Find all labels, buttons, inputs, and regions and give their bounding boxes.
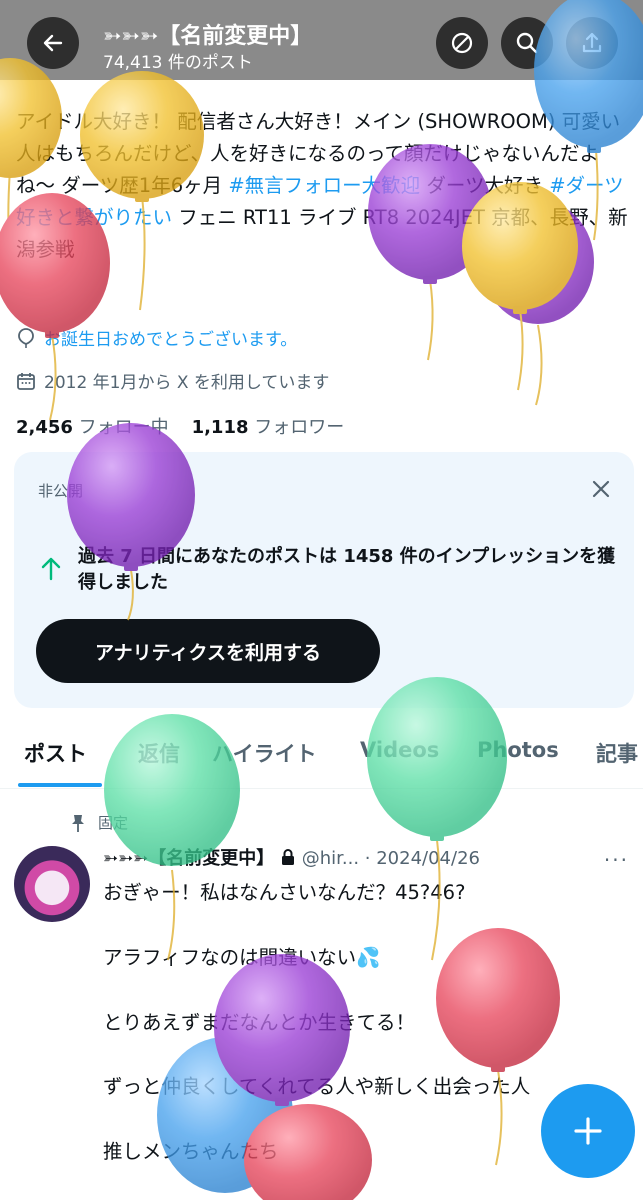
compose-post-button[interactable] [541, 1084, 635, 1178]
hashtag-link[interactable]: #無言フォロー大歓迎 [228, 174, 420, 197]
avatar[interactable] [14, 846, 90, 922]
profile-title: ➳➳➳【名前変更中】 [103, 24, 313, 49]
more-icon: ··· [603, 848, 629, 872]
tab-posts[interactable]: ポスト [24, 738, 87, 768]
back-arrow-icon [43, 34, 63, 52]
trend-up-icon [40, 555, 62, 585]
pin-icon [72, 814, 84, 832]
profile-header: ➳➳➳【名前変更中】 74,413 件のポスト [0, 0, 643, 80]
joined-row: 2012 年1月から X を利用しています [16, 368, 329, 393]
bio-text: ダーツ大好き [420, 174, 550, 197]
following-count: 2,456 [16, 417, 73, 438]
analytics-card: 非公開 過去 7 日間にあなたのポストは 1458 件のインプレッションを獲得し… [14, 452, 634, 708]
search-button[interactable] [501, 17, 553, 69]
following-link[interactable]: 2,456 フォロー中 [16, 417, 169, 438]
balloon-icon [18, 327, 34, 348]
followers-count: 1,118 [191, 417, 249, 438]
tab-photos[interactable]: Photos [477, 738, 559, 762]
plus-icon [574, 1117, 602, 1145]
private-label: 非公開 [38, 482, 84, 500]
post-text-line: おぎゃー！私はなんさいなんだ？45?46? [103, 881, 466, 904]
lock-icon [281, 849, 294, 865]
search-icon [516, 32, 538, 54]
joined-date: 2012 年1月から X を利用しています [44, 373, 330, 393]
tab-replies[interactable]: 返信 [138, 738, 180, 768]
follow-stats: 2,456 フォロー中 1,118 フォロワー [16, 413, 344, 439]
post-handle[interactable]: @hir... [302, 848, 359, 869]
share-icon [582, 32, 602, 53]
close-button[interactable] [590, 478, 612, 504]
tab-articles[interactable]: 記事 [596, 738, 638, 768]
following-label: フォロー中 [78, 417, 169, 438]
balloon-green [367, 677, 507, 961]
more-options-button[interactable]: ··· [604, 848, 629, 872]
post-count: 74,413 件のポスト [103, 53, 253, 73]
active-tab-indicator [18, 783, 102, 787]
analytics-button[interactable]: アナリティクスを利用する [36, 619, 380, 683]
calendar-icon [17, 372, 35, 390]
post-header: ➳➳➳【名前変更中】 @hir... · 2024/04/26 [103, 844, 480, 870]
tab-highlights[interactable]: ハイライト [212, 738, 317, 768]
post-text-line: ずっと仲良くしてくれてる人や新しく出会った人 [103, 1075, 531, 1098]
impressions-message: 過去 7 日間にあなたのポストは 1458 件のインプレッションを獲得しました [78, 546, 616, 593]
profile-bio: アイドル大好き！ 配信者さん大好き！メイン (SHOWROOM) 可愛い人はもち… [16, 106, 628, 266]
post-text-line: 推しメンちゃんたち [103, 1140, 279, 1163]
circle-slash-icon [451, 32, 473, 54]
followers-label: フォロワー [254, 417, 345, 438]
balloon-blue [157, 1037, 293, 1193]
pinned-indicator: 固定 [70, 812, 128, 833]
post-text-line: とりあえずまだなんとか生きてる！ [103, 1011, 416, 1034]
share-button[interactable] [566, 17, 618, 69]
profile-tabs: ポスト 返信 ハイライト Videos Photos 記事 [0, 722, 643, 789]
back-button[interactable] [27, 17, 79, 69]
mute-button[interactable] [436, 17, 488, 69]
pinned-label: 固定 [98, 814, 129, 832]
birthday-link[interactable]: お誕生日おめでとうございます。 [44, 325, 297, 350]
post-date[interactable]: · 2024/04/26 [365, 848, 480, 869]
close-icon [592, 480, 610, 498]
birthday-row: お誕生日おめでとうございます。 [16, 325, 297, 350]
post-text-line: アラフィフなのは間違いない💦 [103, 946, 381, 969]
tab-videos[interactable]: Videos [360, 738, 439, 762]
post-author-name[interactable]: ➳➳➳【名前変更中】 [103, 848, 274, 869]
followers-link[interactable]: 1,118 フォロワー [192, 417, 345, 438]
